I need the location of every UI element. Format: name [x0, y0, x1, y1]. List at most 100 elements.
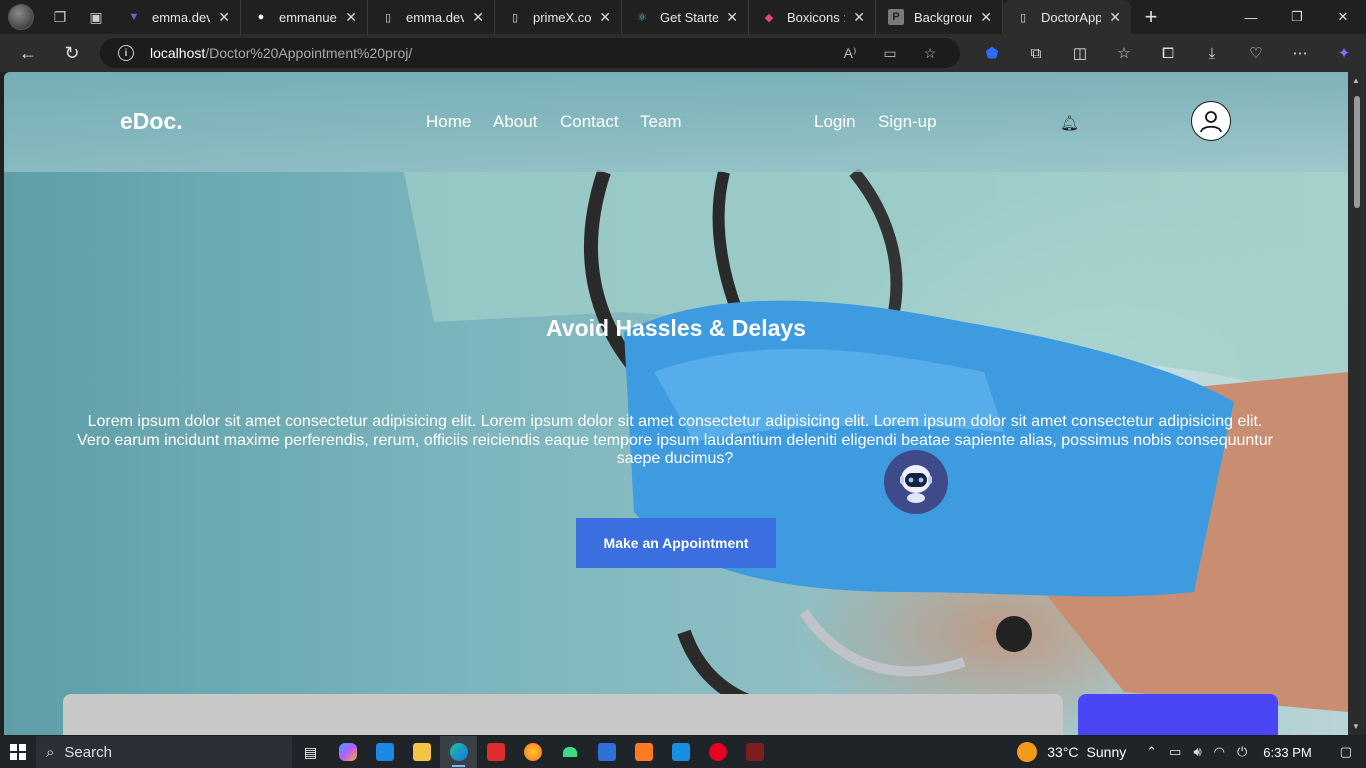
android-studio-icon[interactable] [551, 736, 588, 768]
browser-toolbar: ← ↻ i localhost/Doctor%20Appointment%20p… [0, 34, 1366, 72]
back-button[interactable]: ← [6, 34, 50, 72]
highlight-card [1078, 694, 1278, 735]
favorites-icon[interactable]: ☆ [1102, 44, 1146, 62]
favorite-star-icon[interactable]: ☆ [910, 45, 950, 62]
profile-avatar[interactable] [8, 4, 34, 30]
more-menu-icon[interactable]: ⋯ [1278, 44, 1322, 62]
page-icon: ▯ [511, 11, 519, 24]
weather-condition[interactable]: Sunny [1087, 744, 1127, 760]
page-icon: ▯ [384, 11, 392, 24]
tab-title: emmanuel-n [279, 9, 337, 25]
browser-tab-bar: ❐ ▣ ▼ emma.dev ✕ ● emmanuel-n ✕ ▯ emma.d… [0, 0, 1366, 34]
bell-icon[interactable]: 🔔︎ [1060, 114, 1079, 132]
battery-icon[interactable]: ▭ [1169, 744, 1181, 760]
pinterest-icon[interactable] [699, 736, 736, 768]
workspaces-icon[interactable]: ❐ [42, 0, 78, 34]
close-window-icon[interactable]: ✕ [1320, 0, 1366, 34]
close-icon[interactable]: ✕ [1109, 9, 1121, 26]
nav-link-team[interactable]: Team [640, 112, 682, 132]
browser-tab[interactable]: ● emmanuel-n ✕ [241, 0, 368, 34]
user-avatar-icon[interactable] [1191, 101, 1231, 141]
nav-link-about[interactable]: About [493, 112, 537, 132]
minimize-icon[interactable]: — [1228, 0, 1274, 34]
boxicons-icon: ◆ [764, 11, 774, 24]
browser-tab[interactable]: ▯ emma.dev ✕ [368, 0, 495, 34]
copilot-app-icon[interactable] [329, 736, 366, 768]
split-screen-icon[interactable]: ◫ [1058, 44, 1102, 62]
close-icon[interactable]: ✕ [218, 9, 230, 26]
windows-start-icon[interactable] [0, 736, 36, 768]
scrollbar-thumb[interactable] [1354, 96, 1360, 208]
close-icon[interactable]: ✕ [853, 9, 865, 26]
app-icon[interactable] [736, 736, 773, 768]
chevron-up-icon[interactable]: ⌃ [1146, 744, 1157, 760]
weather-sun-icon[interactable] [1017, 742, 1038, 762]
v-logo-icon: ▼ [128, 11, 140, 23]
site-logo[interactable]: eDoc. [120, 108, 183, 135]
taskbar-search[interactable]: ⌕ Search [36, 736, 292, 768]
system-tray: 33°C Sunny ⌃ ▭ 🔊︎ ◠ ⏻ 6:33 PM ▢ [1017, 736, 1366, 768]
firefox-icon[interactable] [514, 736, 551, 768]
close-icon[interactable]: ✕ [726, 9, 738, 26]
tab-title: Get Started [660, 9, 718, 25]
react-icon: ⚛ [637, 11, 647, 24]
nav-link-home[interactable]: Home [426, 112, 471, 132]
xampp-icon[interactable] [625, 736, 662, 768]
tab-title: primeX.com [533, 9, 592, 25]
extensions-icon[interactable]: ⧉ [1014, 45, 1058, 62]
mail-icon[interactable] [662, 736, 699, 768]
windows-taskbar: ⌕ Search ▤ 33°C Sunny ⌃ ▭ 🔊︎ ◠ ⏻ 6:33 PM… [0, 736, 1366, 768]
copilot-icon[interactable]: ✦ [1322, 44, 1366, 62]
volume-icon[interactable]: 🔊︎ [1193, 744, 1201, 760]
clock-time[interactable]: 6:33 PM [1263, 745, 1311, 760]
vscode-icon[interactable] [366, 736, 403, 768]
browser-tab[interactable]: ◆ Boxicons : Pr ✕ [749, 0, 876, 34]
file-explorer-icon[interactable] [403, 736, 440, 768]
downloads-icon[interactable]: ⤓ [1190, 45, 1234, 62]
browser-tab-active[interactable]: ▯ DoctorAppo ✕ [1003, 0, 1131, 34]
search-label: Search [64, 743, 112, 761]
page-viewport: eDoc. Home About Contact Team Login Sign… [4, 72, 1348, 735]
page-scrollbar[interactable]: ▲ ▼ [1348, 72, 1366, 735]
close-icon[interactable]: ✕ [599, 9, 611, 26]
browser-tab[interactable]: ▯ primeX.com ✕ [495, 0, 622, 34]
scroll-down-icon[interactable]: ▼ [1352, 722, 1360, 731]
github-icon: ● [257, 11, 265, 23]
new-tab-button[interactable]: + [1131, 0, 1171, 34]
tab-actions-icon[interactable]: ▣ [78, 0, 114, 34]
edge-browser-icon[interactable] [440, 736, 477, 768]
address-bar[interactable]: i localhost/Doctor%20Appointment%20proj/… [100, 38, 960, 68]
browser-tab[interactable]: ▼ emma.dev ✕ [114, 0, 241, 34]
acrobat-icon[interactable] [477, 736, 514, 768]
close-icon[interactable]: ✕ [472, 9, 484, 26]
chatbot-robot-icon[interactable] [884, 450, 948, 514]
hero-description: Lorem ipsum dolor sit amet consectetur a… [77, 413, 1273, 467]
refresh-button[interactable]: ↻ [50, 34, 94, 72]
tab-title: emma.dev [406, 9, 465, 25]
scroll-up-icon[interactable]: ▲ [1352, 76, 1360, 85]
browser-tab[interactable]: ⚛ Get Started ✕ [622, 0, 749, 34]
info-icon[interactable]: i [118, 45, 134, 61]
nav-link-contact[interactable]: Contact [560, 112, 619, 132]
restore-icon[interactable]: ❐ [1274, 0, 1320, 34]
performance-icon[interactable]: ♡ [1234, 44, 1278, 62]
shield-extension-icon[interactable]: ⬟ [970, 44, 1014, 62]
search-icon: ⌕ [46, 743, 55, 761]
read-aloud-icon[interactable]: A⁾ [830, 45, 870, 62]
p-icon: P [888, 9, 904, 25]
site-navbar: eDoc. Home About Contact Team Login Sign… [4, 72, 1348, 172]
weather-temp[interactable]: 33°C [1047, 744, 1078, 760]
power-plug-icon[interactable]: ⏻ [1237, 744, 1247, 760]
terminal-icon[interactable] [588, 736, 625, 768]
task-view-icon[interactable]: ▤ [292, 736, 329, 768]
immersive-reader-icon[interactable]: ▭ [870, 45, 910, 62]
make-appointment-button[interactable]: Make an Appointment [576, 518, 776, 568]
browser-tab[interactable]: P Background ✕ [876, 0, 1003, 34]
collections-icon[interactable]: ⧠ [1146, 45, 1190, 62]
nav-link-signup[interactable]: Sign-up [878, 112, 937, 132]
close-icon[interactable]: ✕ [345, 9, 357, 26]
notifications-icon[interactable]: ▢ [1340, 744, 1352, 760]
close-icon[interactable]: ✕ [980, 9, 992, 26]
nav-link-login[interactable]: Login [814, 112, 856, 132]
wifi-icon[interactable]: ◠ [1214, 744, 1225, 760]
